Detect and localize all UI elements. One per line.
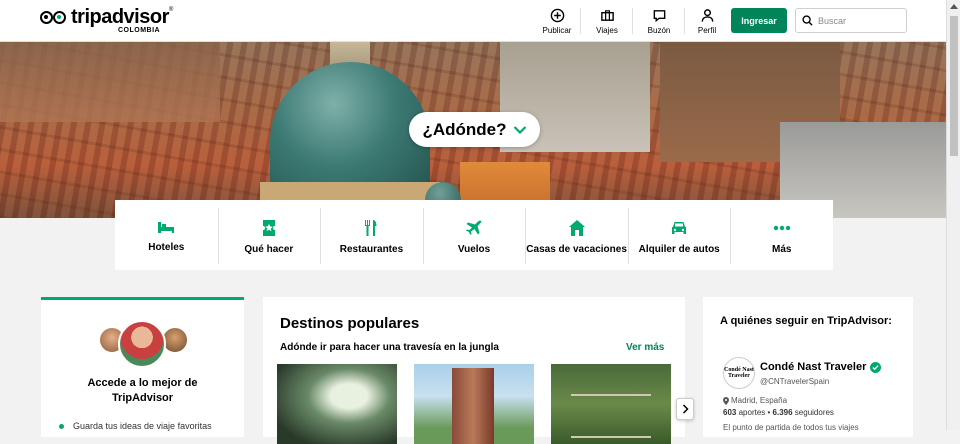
- more-dots-icon: [773, 225, 790, 231]
- scroll-thumb[interactable]: [950, 16, 958, 156]
- section-title: Destinos populares: [280, 315, 420, 332]
- carousel-next-button[interactable]: [676, 398, 694, 420]
- message-icon: [653, 10, 665, 23]
- destination-thumbnail[interactable]: [277, 364, 397, 444]
- signup-title: Accede a lo mejor de TripAdvisor: [87, 377, 198, 404]
- plane-icon: [466, 220, 482, 235]
- avatar-group: [98, 320, 190, 368]
- nav-perfil[interactable]: Perfil: [686, 8, 728, 35]
- category-hoteles[interactable]: Hoteles: [115, 200, 218, 270]
- plus-circle-icon: [550, 8, 564, 23]
- logo-wordmark: tripadvisor: [71, 6, 169, 28]
- scroll-up-arrow-icon[interactable]: [950, 4, 958, 9]
- nav-viajes[interactable]: Viajes: [586, 8, 628, 35]
- account-avatar[interactable]: Condé Nast Traveler: [723, 357, 755, 389]
- category-casas-vacaciones[interactable]: Casas de vacaciones: [525, 200, 628, 270]
- account-name[interactable]: Condé Nast Traveler: [760, 361, 882, 373]
- chevron-right-icon: [682, 404, 689, 414]
- logo-country: COLOMBIA: [118, 27, 161, 34]
- search-icon: [802, 15, 813, 26]
- category-bar: Hoteles Qué hacer Restaurantes Vuelos Ca…: [115, 200, 833, 270]
- category-vuelos[interactable]: Vuelos: [422, 200, 526, 270]
- bed-icon: [158, 222, 175, 233]
- location-pin-icon: [723, 396, 729, 405]
- section-subtitle: Adónde ir para hacer una travesía en la …: [280, 342, 499, 353]
- verified-check-icon: [870, 361, 882, 373]
- category-restaurantes[interactable]: Restaurantes: [320, 200, 423, 270]
- destination-thumbnail[interactable]: [551, 364, 671, 444]
- tripadvisor-logo[interactable]: tripadvisor ® COLOMBIA: [40, 6, 173, 34]
- page-scrollbar[interactable]: [946, 0, 960, 430]
- category-alquiler-autos[interactable]: Alquiler de autos: [627, 200, 731, 270]
- category-que-hacer[interactable]: Qué hacer: [217, 200, 321, 270]
- popular-destinations-card: Destinos populares Adónde ir para hacer …: [263, 297, 685, 444]
- account-description: El punto de partida de todos tus viajes: [723, 423, 859, 432]
- account-stats: 603 aportes • 6.396 seguidores: [723, 408, 834, 417]
- category-mas[interactable]: Más: [730, 200, 833, 270]
- see-more-link[interactable]: Ver más: [626, 342, 664, 353]
- nav-buzon[interactable]: Buzón: [638, 8, 680, 35]
- search-input[interactable]: [818, 15, 898, 26]
- where-to-label: ¿Adónde?: [422, 119, 507, 139]
- car-icon: [672, 222, 687, 234]
- account-handle: @CNTravelerSpain: [760, 377, 830, 386]
- search-box[interactable]: [795, 8, 907, 33]
- top-header: tripadvisor ® COLOMBIA Publicar Viajes Bu…: [0, 0, 946, 42]
- chevron-down-icon: [513, 125, 526, 134]
- fork-knife-icon: [365, 220, 377, 236]
- avatar: [118, 320, 166, 368]
- suitcase-icon: [600, 10, 614, 21]
- nav-publicar[interactable]: Publicar: [536, 8, 578, 35]
- account-location: Madrid, España: [723, 396, 787, 405]
- who-to-follow-card: A quiénes seguir en TripAdvisor: Condé N…: [703, 297, 913, 437]
- login-button[interactable]: Ingresar: [731, 8, 787, 33]
- owl-logo-icon: [40, 9, 68, 27]
- destination-thumbnail[interactable]: [414, 364, 534, 444]
- user-icon: [701, 9, 713, 22]
- follow-title: A quiénes seguir en TripAdvisor:: [720, 315, 892, 327]
- ticket-icon: [262, 220, 275, 236]
- bullet-dot-icon: [59, 423, 64, 429]
- signup-card: Accede a lo mejor de TripAdvisor Guarda …: [41, 297, 244, 437]
- house-icon: [568, 220, 585, 236]
- where-to-button[interactable]: ¿Adónde?: [409, 112, 540, 147]
